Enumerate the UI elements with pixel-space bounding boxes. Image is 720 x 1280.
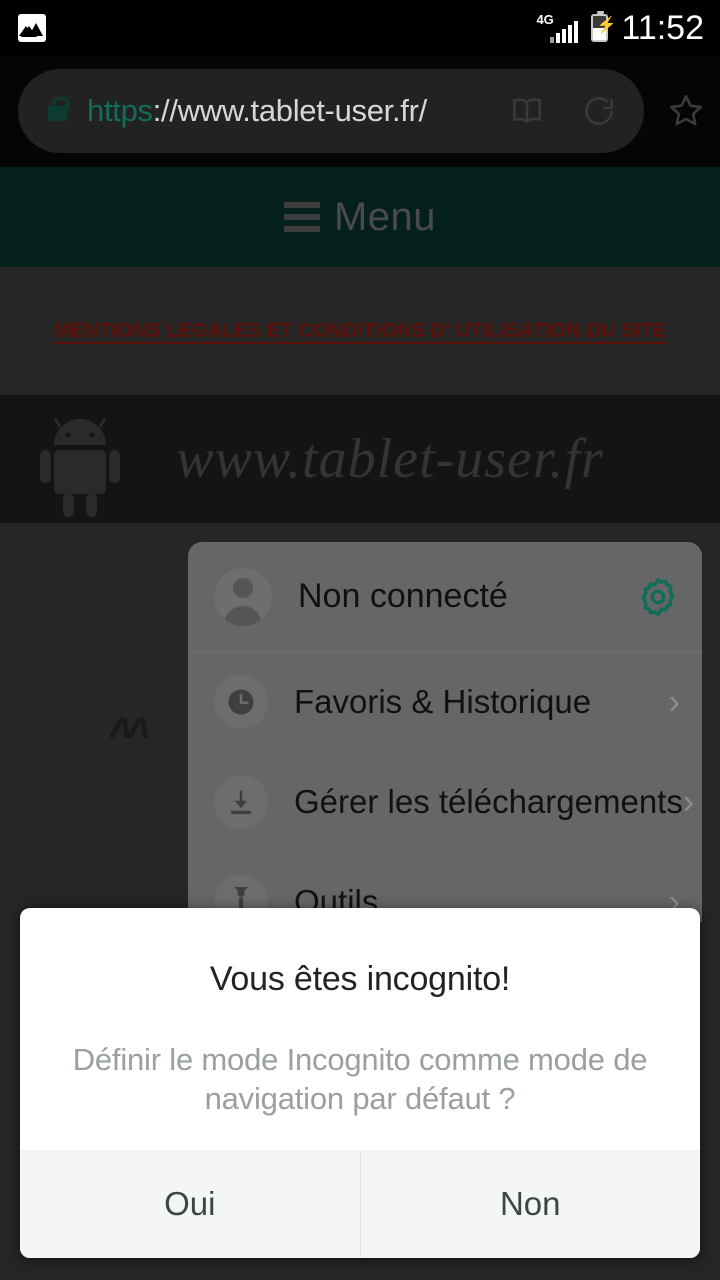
status-bar: 4G ⚡ 11:52 [0, 0, 720, 55]
menu-item-label: Gérer les téléchargements [294, 783, 683, 820]
lock-icon [48, 97, 69, 121]
browser-menu-panel: Non connecté Favoris & Historique › Gére… [188, 542, 702, 922]
legal-notice-link[interactable]: MENTIONS LEGALES ET CONDITIONS D' UTILIS… [54, 320, 666, 343]
clock-label: 11:52 [621, 8, 704, 47]
reader-mode-icon[interactable] [508, 92, 546, 130]
clock-icon [214, 675, 268, 729]
incognito-dialog: Vous êtes incognito! Définir le mode Inc… [20, 908, 700, 1258]
download-icon [214, 775, 268, 829]
reload-icon[interactable] [580, 92, 618, 130]
avatar-icon [214, 567, 272, 626]
account-label: Non connecté [298, 577, 508, 615]
site-banner: www.tablet-user.fr [0, 395, 720, 523]
banner-title: www.tablet-user.fr [176, 428, 604, 490]
url-input[interactable]: https://www.tablet-user.fr/ [18, 69, 644, 153]
image-icon [18, 13, 46, 42]
network-type-label: 4G [536, 11, 554, 27]
dialog-title: Vous êtes incognito! [209, 960, 511, 998]
site-menu-label: Menu [333, 194, 437, 239]
dismiss-button[interactable]: Non [361, 1150, 701, 1258]
hamburger-icon[interactable] [283, 196, 320, 238]
confirm-button[interactable]: Oui [20, 1150, 360, 1258]
status-bar-right: 4G ⚡ 11:52 [536, 8, 704, 47]
menu-item-downloads[interactable]: Gérer les téléchargements › [188, 752, 702, 852]
url-rest: ://www.tablet-user.fr/ [152, 93, 428, 128]
gear-icon[interactable] [636, 575, 680, 619]
status-bar-left [18, 13, 46, 42]
chevron-right-icon: › [682, 783, 695, 821]
signal-bars [550, 20, 579, 43]
dialog-body: Vous êtes incognito! Définir le mode Inc… [20, 908, 700, 1150]
url-text: https://www.tablet-user.fr/ [87, 93, 427, 129]
url-scheme: https [87, 93, 153, 128]
menu-item-label: Favoris & Historique [294, 683, 592, 720]
site-menu-bar[interactable]: Menu [0, 167, 720, 267]
dialog-actions: Oui Non [20, 1150, 700, 1258]
browser-toolbar: https://www.tablet-user.fr/ [0, 55, 720, 167]
chevron-right-icon: › [668, 683, 680, 721]
legal-link-row: MENTIONS LEGALES ET CONDITIONS D' UTILIS… [0, 267, 720, 395]
signal-icon: 4G [536, 11, 579, 43]
url-actions [508, 92, 618, 130]
dialog-message: Définir le mode Incognito comme mode de … [72, 1042, 648, 1116]
phone-screen: 4G ⚡ 11:52 https://www.tablet-user.fr/ M… [0, 0, 720, 1280]
menu-item-account[interactable]: Non connecté [188, 542, 702, 652]
battery-charging-icon: ⚡ [591, 10, 616, 42]
star-icon[interactable] [666, 91, 706, 131]
menu-item-favorites-history[interactable]: Favoris & Historique › [188, 652, 702, 752]
android-robot-icon [32, 409, 136, 521]
